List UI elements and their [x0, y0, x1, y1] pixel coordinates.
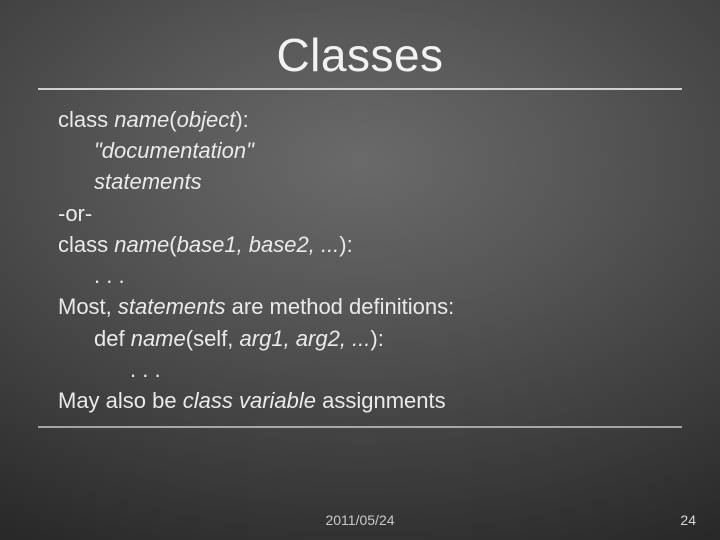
- code-line-4: -or-: [58, 198, 662, 229]
- docstring: "documentation": [94, 138, 254, 163]
- ident-object: object: [177, 107, 236, 132]
- code-line-7: Most, statements are method definitions:: [58, 291, 662, 322]
- text-assignments: assignments: [316, 388, 446, 413]
- ident-name-3: name: [131, 326, 186, 351]
- class-variable: class variable: [183, 388, 316, 413]
- footer-date: 2011/05/24: [0, 512, 720, 528]
- footer-page-number: 24: [680, 512, 696, 528]
- code-line-5: class name(base1, base2, ...):: [58, 229, 662, 260]
- text-may-also: May also be: [58, 388, 183, 413]
- ident-name-2: name: [114, 232, 169, 257]
- paren-open: (: [169, 107, 176, 132]
- args: arg1, arg2, ...: [240, 326, 371, 351]
- bases: base1, base2, ...: [177, 232, 340, 257]
- divider-bottom: [38, 426, 682, 428]
- code-line-10: May also be class variable assignments: [58, 385, 662, 416]
- paren-colon: ):: [235, 107, 248, 132]
- paren-colon-2: ):: [339, 232, 352, 257]
- code-line-1: class name(object):: [58, 104, 662, 135]
- kw-class-2: class: [58, 232, 114, 257]
- or-sep: -or-: [58, 201, 92, 226]
- kw-def: def: [94, 326, 131, 351]
- kw-class: class: [58, 107, 114, 132]
- slide: Classes class name(object): "documentati…: [0, 0, 720, 540]
- paren-open-2: (: [169, 232, 176, 257]
- code-line-8: def name(self, arg1, arg2, ...):: [58, 323, 662, 354]
- self-open: (self,: [186, 326, 240, 351]
- ellipsis-1: . . .: [94, 263, 125, 288]
- code-line-2: "documentation": [58, 135, 662, 166]
- code-line-9: . . .: [58, 354, 662, 385]
- code-line-3: statements: [58, 166, 662, 197]
- text-are-method: are method definitions:: [226, 294, 455, 319]
- slide-body: class name(object): "documentation" stat…: [0, 90, 720, 416]
- ellipsis-2: . . .: [130, 357, 161, 382]
- text-most: Most,: [58, 294, 118, 319]
- statements-1: statements: [94, 169, 202, 194]
- slide-title: Classes: [0, 0, 720, 82]
- paren-colon-3: ):: [370, 326, 383, 351]
- statements-2: statements: [118, 294, 226, 319]
- ident-name: name: [114, 107, 169, 132]
- code-line-6: . . .: [58, 260, 662, 291]
